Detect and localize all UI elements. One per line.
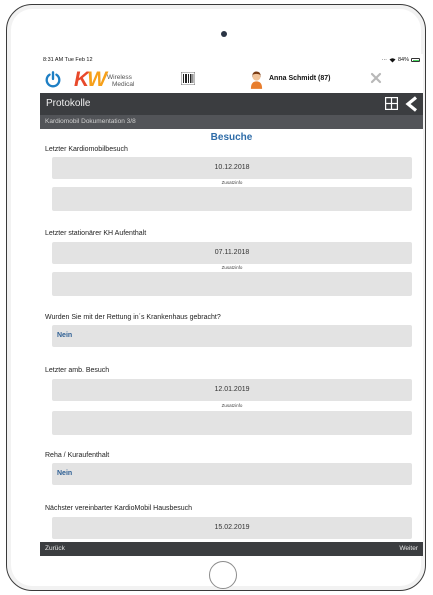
subtitle: Kardiomobil Dokumentation 3/8 <box>45 118 136 125</box>
field-label-last-amb-visit: Letzter amb. Besuch <box>45 367 110 374</box>
last-amb-visit-date-field[interactable]: 12.01.2019 <box>52 379 412 401</box>
status-bar: 8:31 AM Tue Feb 12 ··· 84% <box>40 54 423 66</box>
back-button[interactable]: Zurück <box>45 545 65 552</box>
grid-icon[interactable] <box>385 97 398 110</box>
camera <box>221 31 227 37</box>
field-label-rehab-stay: Reha / Kuraufenthalt <box>45 452 110 459</box>
bottom-bar: Zurück Weiter <box>40 542 423 556</box>
home-button[interactable] <box>209 561 237 589</box>
back-chevron-icon[interactable] <box>403 96 419 112</box>
form-content: Besuche Letzter Kardiomobilbesuch 10.12.… <box>40 129 423 542</box>
next-home-visit-date-field[interactable]: 15.02.2019 <box>52 517 412 539</box>
ambulance-transport-select[interactable]: Nein <box>52 325 412 347</box>
page-title: Protokolle <box>46 98 91 109</box>
field-label-last-hospital-stay: Letzter stationärer KH Aufenthalt <box>45 230 147 237</box>
zusatzinfo-label: Zusatzinfo <box>221 265 243 270</box>
field-label-last-kardiomobil-visit: Letzter Kardiomobilbesuch <box>45 146 128 153</box>
rehab-stay-select[interactable]: Nein <box>52 463 412 485</box>
section-heading: Besuche <box>210 132 253 143</box>
power-icon[interactable] <box>44 70 62 88</box>
barcode-icon[interactable] <box>181 72 195 85</box>
zusatzinfo-label: Zusatzinfo <box>221 403 243 408</box>
close-icon[interactable] <box>370 72 382 84</box>
next-button[interactable]: Weiter <box>399 545 418 552</box>
kw-logo: KW Wireless Medical <box>74 69 154 91</box>
last-hospital-stay-date-field[interactable]: 07.11.2018 <box>52 242 412 264</box>
patient-name: Anna Schmidt (87) <box>269 75 331 82</box>
patient-avatar-icon <box>250 71 263 89</box>
zusatzinfo-input[interactable] <box>52 411 412 435</box>
zusatzinfo-label: Zusatzinfo <box>221 180 243 185</box>
wifi-icon <box>389 57 396 62</box>
zusatzinfo-input[interactable] <box>52 272 412 296</box>
zusatzinfo-input[interactable] <box>52 187 412 211</box>
signal-dots-icon: ··· <box>381 57 387 63</box>
ipad-frame: 8:31 AM Tue Feb 12 ··· 84% KW Wireless M… <box>6 4 426 591</box>
battery-icon <box>411 58 420 62</box>
field-label-ambulance-transport: Wurden Sie mit der Rettung in´s Krankenh… <box>45 314 221 321</box>
field-label-next-home-visit: Nächster vereinbarter KardioMobil Hausbe… <box>45 505 193 512</box>
battery-percent: 84% <box>397 57 409 63</box>
logo-text: Wireless Medical <box>107 74 135 88</box>
last-kardiomobil-visit-date-field[interactable]: 10.12.2018 <box>52 157 412 179</box>
logo-letters: KW <box>74 68 107 91</box>
status-right: ··· 84% <box>381 57 420 63</box>
status-time-date: 8:31 AM Tue Feb 12 <box>43 57 93 63</box>
title-bar: Protokolle <box>40 93 423 115</box>
subtitle-bar: Kardiomobil Dokumentation 3/8 <box>40 115 423 129</box>
screen: 8:31 AM Tue Feb 12 ··· 84% KW Wireless M… <box>40 54 423 556</box>
app-header: KW Wireless Medical Anna Schmidt (87) <box>40 66 423 93</box>
